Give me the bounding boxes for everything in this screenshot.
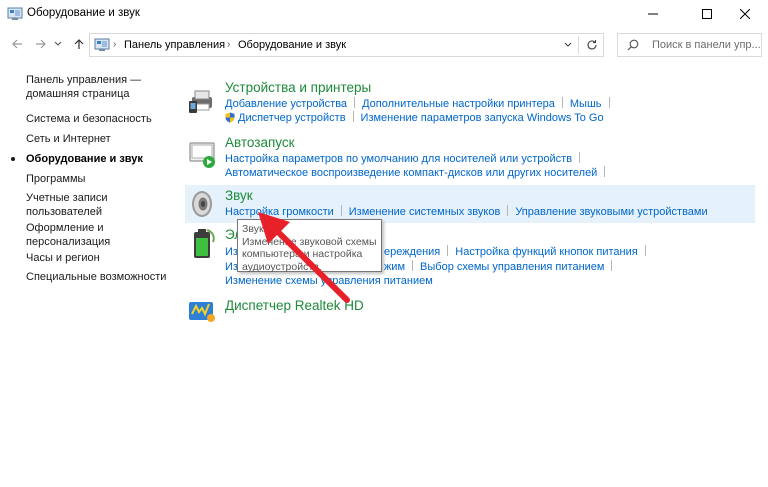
breadcrumb-control-panel[interactable]: Панель управления bbox=[124, 39, 225, 51]
link-power-buttons[interactable]: Настройка функций кнопок питания bbox=[455, 246, 637, 258]
link-power-option[interactable]: ереждения bbox=[384, 246, 440, 258]
address-bar[interactable]: › Панель управления › Оборудование и зву… bbox=[89, 33, 604, 57]
breadcrumb-hardware-sound[interactable]: Оборудование и звук bbox=[238, 39, 346, 51]
window-title: Оборудование и звук bbox=[27, 7, 140, 19]
link-printer-settings[interactable]: Дополнительные настройки принтера bbox=[362, 98, 555, 110]
up-button[interactable] bbox=[70, 35, 88, 53]
sidebar-item-ease-of-access[interactable]: Специальные возможности bbox=[26, 271, 166, 284]
link-adjust-volume[interactable]: Настройка громкости bbox=[225, 206, 334, 218]
tooltip: Звук Изменение звуковой схемы компьютера… bbox=[237, 219, 382, 273]
close-icon bbox=[740, 9, 750, 19]
autoplay-links-row2: Автоматическое воспроизведение компакт-д… bbox=[225, 166, 612, 179]
tooltip-text: Изменение звуковой схемы bbox=[242, 235, 377, 248]
link-separator bbox=[561, 97, 563, 108]
sidebar-item-hardware-sound: Оборудование и звук bbox=[26, 153, 143, 165]
category-realtek: Диспетчер Realtek HD bbox=[185, 293, 755, 329]
tooltip-text: компьютера и настройка bbox=[242, 248, 363, 260]
back-button[interactable] bbox=[8, 35, 26, 53]
link-separator bbox=[354, 97, 356, 108]
category-title-realtek[interactable]: Диспетчер Realtek HD bbox=[225, 298, 364, 313]
link-manage-audio-devices[interactable]: Управление звуковыми устройствами bbox=[515, 206, 707, 218]
category-title-sound[interactable]: Звук bbox=[225, 188, 253, 203]
sidebar-item-appearance[interactable]: персонализация bbox=[26, 236, 110, 249]
minimize-icon bbox=[648, 13, 658, 15]
tooltip-title: Звук bbox=[242, 223, 264, 235]
battery-icon bbox=[194, 229, 215, 258]
realtek-icon bbox=[189, 302, 215, 322]
search-placeholder: Поиск в панели упр... bbox=[652, 39, 760, 51]
link-separator bbox=[340, 205, 342, 216]
forward-button[interactable] bbox=[32, 35, 50, 53]
sidebar-item-programs[interactable]: Программы bbox=[26, 173, 85, 186]
control-panel-icon bbox=[7, 7, 23, 20]
link-separator bbox=[507, 205, 509, 216]
sidebar-item-home[interactable]: Панель управления — bbox=[26, 74, 141, 87]
control-panel-icon bbox=[94, 38, 110, 51]
link-separator bbox=[608, 97, 610, 108]
link-separator bbox=[644, 245, 646, 256]
link-power-option[interactable]: Из bbox=[225, 246, 238, 258]
link-separator bbox=[611, 260, 613, 271]
link-separator bbox=[412, 260, 414, 271]
autoplay-icon bbox=[189, 142, 215, 168]
sidebar-item-appearance[interactable]: Оформление и bbox=[26, 222, 103, 235]
link-windows-to-go[interactable]: Изменение параметров запуска Windows To … bbox=[361, 112, 604, 124]
uac-shield-icon bbox=[225, 112, 235, 123]
recent-locations-button[interactable] bbox=[52, 35, 64, 53]
devices-links-row1: Добавление устройства Дополнительные наст… bbox=[225, 97, 617, 110]
arrow-left-icon bbox=[12, 39, 22, 49]
chevron-down-icon bbox=[54, 41, 62, 46]
link-autoplay-cds[interactable]: Автоматическое воспроизведение компакт-д… bbox=[225, 167, 597, 179]
autoplay-links-row1: Настройка параметров по умолчанию для но… bbox=[225, 152, 587, 165]
link-change-system-sounds[interactable]: Изменение системных звуков bbox=[349, 206, 501, 218]
address-dropdown-button[interactable] bbox=[560, 37, 576, 53]
link-edit-power-plan[interactable]: Изменение схемы управления питанием bbox=[225, 275, 433, 287]
link-separator bbox=[604, 166, 606, 177]
link-choose-power-plan[interactable]: Выбор схемы управления питанием bbox=[420, 261, 604, 273]
refresh-icon bbox=[587, 40, 597, 50]
navigation-bar: › Панель управления › Оборудование и зву… bbox=[0, 30, 768, 60]
refresh-button[interactable] bbox=[584, 37, 600, 53]
title-bar: Оборудование и звук bbox=[0, 0, 768, 28]
maximize-icon bbox=[702, 9, 712, 19]
chevron-right-icon[interactable]: › bbox=[113, 39, 116, 50]
devices-links-row2: Диспетчер устройств Изменение параметров … bbox=[225, 111, 604, 124]
sidebar-item-network[interactable]: Сеть и Интернет bbox=[26, 133, 111, 146]
divider bbox=[578, 36, 579, 54]
sidebar-item-clock-region[interactable]: Часы и регион bbox=[26, 252, 100, 265]
link-separator bbox=[447, 245, 449, 256]
link-device-manager[interactable]: Диспетчер устройств bbox=[238, 112, 346, 124]
sidebar-item-user-accounts[interactable]: Учетные записи bbox=[26, 192, 108, 205]
minimize-button[interactable] bbox=[630, 0, 676, 28]
link-separator bbox=[579, 152, 581, 163]
sound-links-row1: Настройка громкости Изменение системных з… bbox=[225, 205, 708, 218]
category-sound[interactable]: Звук Настройка громкости Изменение систем… bbox=[185, 185, 755, 223]
category-title-autoplay[interactable]: Автозапуск bbox=[225, 135, 295, 150]
printer-icon bbox=[189, 90, 212, 113]
sidebar-item-user-accounts[interactable]: пользователей bbox=[26, 206, 102, 219]
category-devices-printers: Устройства и принтеры Добавление устройс… bbox=[185, 78, 755, 128]
search-icon bbox=[627, 39, 639, 51]
current-item-bullet bbox=[11, 157, 15, 161]
link-separator bbox=[352, 111, 354, 122]
link-autoplay-defaults[interactable]: Настройка параметров по умолчанию для но… bbox=[225, 153, 572, 165]
chevron-right-icon[interactable]: › bbox=[227, 39, 230, 50]
sidebar-item-system-security[interactable]: Система и безопасность bbox=[26, 113, 152, 126]
link-add-device[interactable]: Добавление устройства bbox=[225, 98, 347, 110]
close-button[interactable] bbox=[722, 0, 768, 28]
category-title-devices[interactable]: Устройства и принтеры bbox=[225, 80, 371, 95]
arrow-right-icon bbox=[36, 39, 46, 49]
link-power-option[interactable]: Из bbox=[225, 261, 238, 273]
power-links-row3: Изменение схемы управления питанием bbox=[225, 275, 433, 287]
tooltip-text: аудиоустройств. bbox=[242, 260, 322, 273]
chevron-down-icon bbox=[564, 42, 572, 47]
arrow-up-icon bbox=[74, 39, 84, 49]
sidebar-item-home[interactable]: домашняя страница bbox=[26, 88, 130, 101]
link-power-option[interactable]: жим bbox=[384, 261, 405, 273]
speaker-icon bbox=[192, 191, 212, 217]
search-input[interactable]: Поиск в панели упр... bbox=[617, 33, 762, 57]
link-mouse[interactable]: Мышь bbox=[570, 98, 602, 110]
category-autoplay: Автозапуск Настройка параметров по умолч… bbox=[185, 133, 755, 183]
